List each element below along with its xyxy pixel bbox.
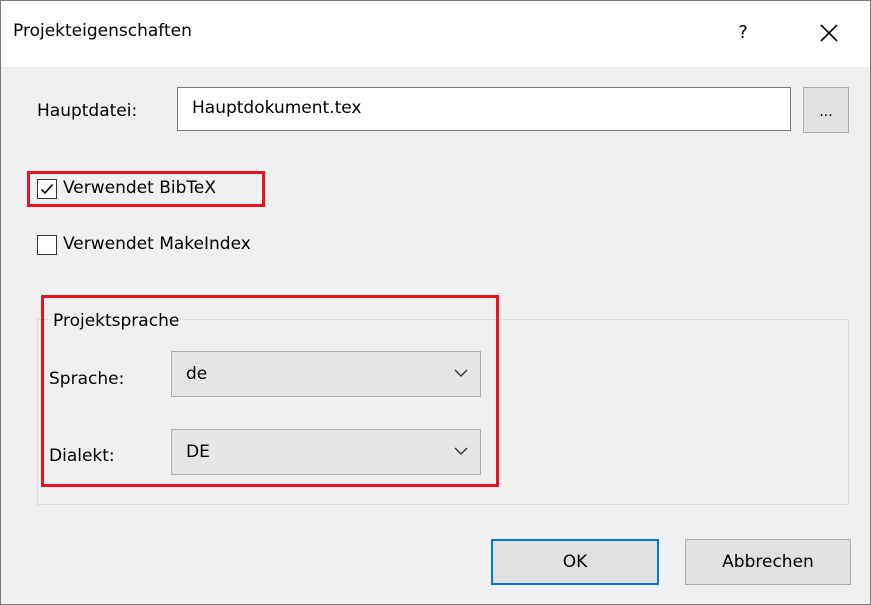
close-button[interactable] (809, 15, 849, 51)
close-icon (820, 24, 838, 42)
cancel-button[interactable]: Abbrechen (685, 539, 851, 585)
checkmark-icon (40, 183, 54, 195)
makeindex-label[interactable]: Verwendet MakeIndex (63, 232, 251, 256)
language-highlight-box (41, 295, 499, 487)
makeindex-checkbox[interactable] (37, 235, 57, 255)
ok-button[interactable]: OK (491, 539, 659, 585)
main-file-label: Hauptdatei: (37, 101, 138, 121)
browse-button[interactable]: ... (803, 87, 849, 133)
project-properties-dialog: Projekteigenschaften ? Hauptdatei: Haupt… (0, 0, 871, 605)
bibtex-checkbox[interactable] (37, 179, 57, 199)
window-title: Projekteigenschaften (13, 21, 192, 41)
bibtex-label[interactable]: Verwendet BibTeX (63, 176, 216, 200)
main-file-input[interactable]: Hauptdokument.tex (177, 87, 791, 131)
help-button[interactable]: ? (723, 15, 763, 51)
title-bar: Projekteigenschaften ? (1, 1, 870, 67)
